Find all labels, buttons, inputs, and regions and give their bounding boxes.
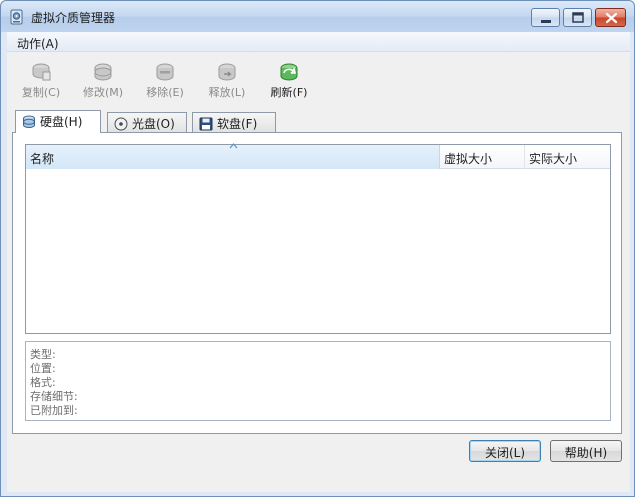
maximize-icon	[572, 12, 584, 23]
tab-panel: 名称 虚拟大小 实际大小 类型: 位置: 格式: 存储细节: 已附加到:	[12, 132, 622, 434]
detail-attached-label: 已附加到:	[30, 404, 78, 417]
sort-ascending-icon	[229, 143, 238, 149]
hard-disk-icon	[23, 115, 35, 128]
refresh-label: 刷新(F)	[270, 86, 308, 99]
detail-format-label: 格式:	[30, 376, 56, 389]
column-header-virtual-size[interactable]: 虚拟大小	[440, 145, 525, 169]
media-type-tabs: 硬盘(H) 光盘(O) 软盘(F)	[15, 110, 635, 133]
release-button[interactable]: 释放(L)	[201, 62, 253, 104]
remove-label: 移除(E)	[146, 86, 184, 99]
copy-disk-icon	[32, 63, 51, 81]
release-disk-icon	[218, 63, 236, 81]
media-manager-window: 虚拟介质管理器 动作(A) 复制(C) 修改(M) 移除(E) 释放(L) 刷新…	[0, 0, 635, 497]
refresh-button[interactable]: 刷新(F)	[263, 62, 315, 104]
close-button[interactable]: 关闭(L)	[469, 440, 541, 462]
optical-disc-icon	[114, 117, 128, 131]
copy-label: 复制(C)	[21, 86, 61, 99]
tab-floppy-disk[interactable]: 软盘(F)	[192, 112, 276, 132]
release-label: 释放(L)	[208, 86, 246, 99]
detail-type-label: 类型:	[30, 348, 56, 361]
column-header-actual-size[interactable]: 实际大小	[525, 145, 610, 169]
tab-hard-disk[interactable]: 硬盘(H)	[15, 110, 101, 133]
window-title: 虚拟介质管理器	[31, 11, 116, 25]
title-bar[interactable]: 虚拟介质管理器	[1, 1, 634, 32]
help-button[interactable]: 帮助(H)	[550, 440, 622, 462]
tab-optical-disc[interactable]: 光盘(O)	[107, 112, 187, 132]
column-actual-size-label: 实际大小	[529, 152, 578, 166]
modify-label: 修改(M)	[82, 86, 124, 99]
remove-disk-icon	[156, 63, 174, 81]
list-header: 名称 虚拟大小 实际大小	[26, 143, 610, 169]
close-icon	[605, 12, 618, 24]
remove-button[interactable]: 移除(E)	[139, 62, 191, 104]
tab-hard-disk-label: 硬盘(H)	[40, 115, 83, 129]
disk-manager-icon	[10, 9, 23, 25]
tab-optical-disc-label: 光盘(O)	[132, 117, 175, 131]
close-window-button[interactable]	[595, 8, 626, 27]
client-area: 动作(A) 复制(C) 修改(M) 移除(E) 释放(L) 刷新(F) 硬盘(H…	[7, 32, 630, 492]
detail-location-label: 位置:	[30, 362, 56, 375]
column-header-name[interactable]: 名称	[26, 143, 440, 169]
detail-storage-label: 存储细节:	[30, 390, 78, 403]
floppy-disk-icon	[199, 117, 213, 131]
refresh-icon	[280, 63, 298, 81]
minimize-icon	[541, 20, 551, 23]
details-pane: 类型: 位置: 格式: 存储细节: 已附加到:	[25, 341, 611, 421]
menu-action[interactable]: 动作(A)	[17, 35, 59, 52]
tab-floppy-disk-label: 软盘(F)	[217, 117, 258, 131]
modify-button[interactable]: 修改(M)	[77, 62, 129, 104]
column-name-label: 名称	[30, 152, 55, 166]
toolbar: 复制(C) 修改(M) 移除(E) 释放(L) 刷新(F)	[7, 62, 630, 104]
copy-button[interactable]: 复制(C)	[15, 62, 67, 104]
column-virtual-size-label: 虚拟大小	[444, 152, 493, 166]
maximize-button[interactable]	[563, 8, 592, 27]
media-list[interactable]: 名称 虚拟大小 实际大小	[25, 143, 611, 334]
menu-bar: 动作(A)	[7, 32, 630, 52]
modify-disk-icon	[94, 63, 112, 81]
minimize-button[interactable]	[531, 8, 560, 27]
